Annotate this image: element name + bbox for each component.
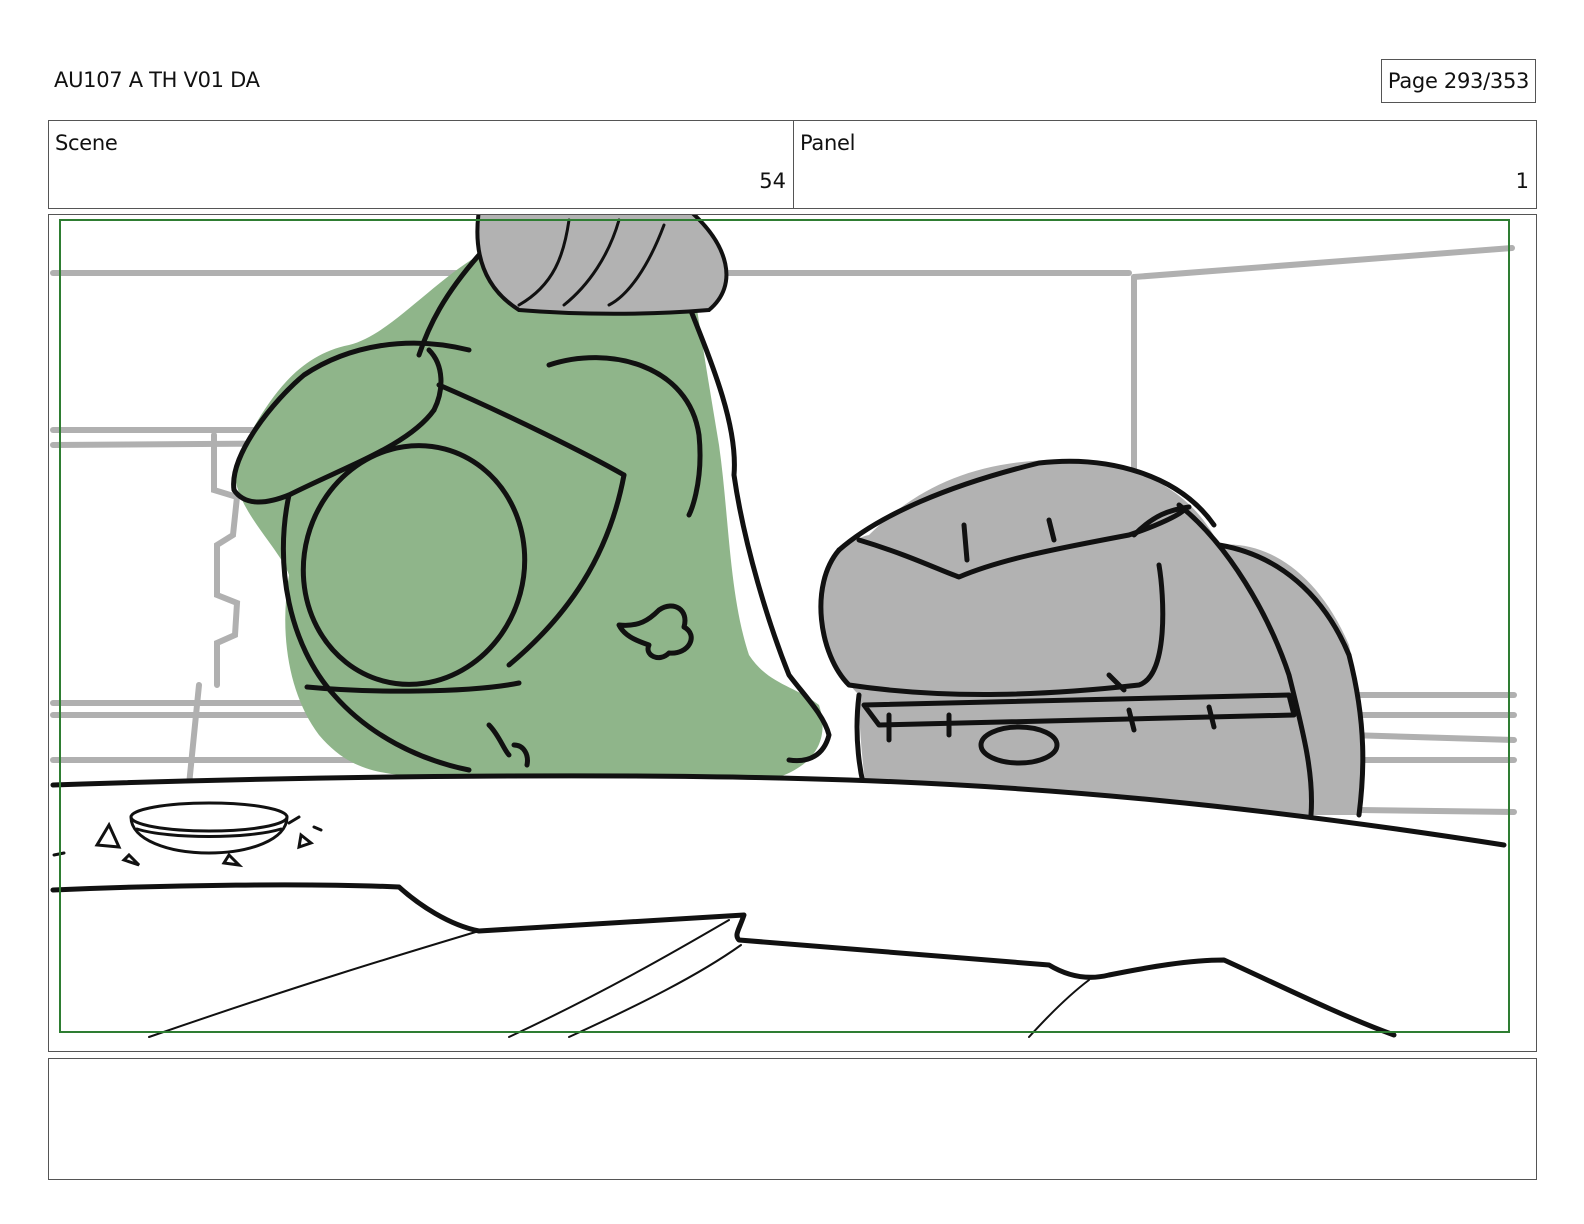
scene-number: 54 [759,169,786,193]
document-title: AU107 A TH V01 DA [54,68,260,92]
green-character [231,252,832,777]
panel-notes [48,1058,1537,1180]
scene-label: Scene [55,131,118,155]
panel-number: 1 [1515,169,1529,193]
page-indicator: Page 293/353 [1381,59,1536,103]
storyboard-drawing [49,215,1536,1051]
storyboard-panel [48,214,1537,1052]
panel-cell: Panel 1 [794,121,1536,208]
gray-hand [475,215,729,316]
panel-label: Panel [800,131,856,155]
scene-panel-info: Scene 54 Panel 1 [48,120,1537,209]
gray-character [818,458,1366,818]
scene-cell: Scene 54 [49,121,794,208]
